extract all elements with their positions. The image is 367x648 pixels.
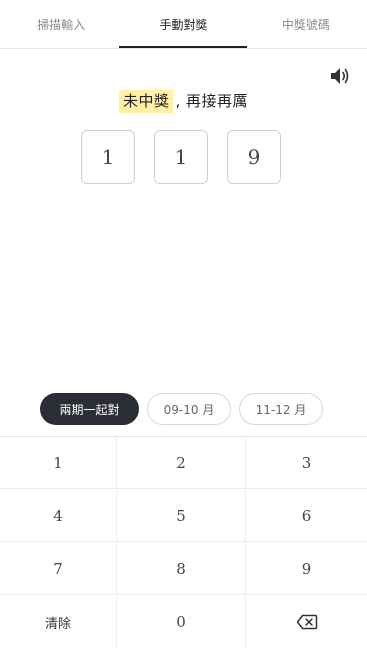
- result-status-badge: 未中獎: [118, 90, 174, 113]
- tab-scan-input[interactable]: 掃描輸入: [0, 0, 122, 48]
- result-message-text: , 再接再厲: [175, 92, 249, 110]
- period-both-chip[interactable]: 兩期一起對: [40, 393, 139, 425]
- period-sep-oct-chip[interactable]: 09-10 月: [147, 393, 231, 425]
- tab-manual-check[interactable]: 手動對獎: [119, 0, 248, 48]
- key-4[interactable]: 4: [0, 490, 117, 542]
- key-7[interactable]: 7: [0, 543, 117, 595]
- key-2[interactable]: 2: [117, 437, 246, 489]
- key-8[interactable]: 8: [117, 543, 246, 595]
- key-6[interactable]: 6: [246, 490, 367, 542]
- entered-digits: 1 1 9: [80, 130, 286, 186]
- period-nov-dec-chip[interactable]: 11-12 月: [239, 393, 323, 425]
- key-1[interactable]: 1: [0, 437, 117, 489]
- digit-box-3: 9: [227, 130, 281, 184]
- key-5[interactable]: 5: [117, 490, 246, 542]
- number-keypad: 1 2 3 4 5 6 7 8 9 清除 0: [0, 436, 367, 648]
- digit-box-2: 1: [154, 130, 208, 184]
- tab-winning-numbers[interactable]: 中獎號碼: [245, 0, 367, 48]
- clear-button[interactable]: 清除: [0, 596, 117, 648]
- speaker-icon[interactable]: [329, 66, 351, 86]
- key-0[interactable]: 0: [117, 596, 246, 648]
- backspace-icon: [296, 614, 317, 630]
- result-message: 未中獎, 再接再厲: [0, 90, 367, 113]
- digit-box-1: 1: [81, 130, 135, 184]
- key-9[interactable]: 9: [246, 543, 367, 595]
- tab-bar: 掃描輸入 手動對獎 中獎號碼: [0, 0, 367, 49]
- key-3[interactable]: 3: [246, 437, 367, 489]
- backspace-button[interactable]: [246, 596, 367, 648]
